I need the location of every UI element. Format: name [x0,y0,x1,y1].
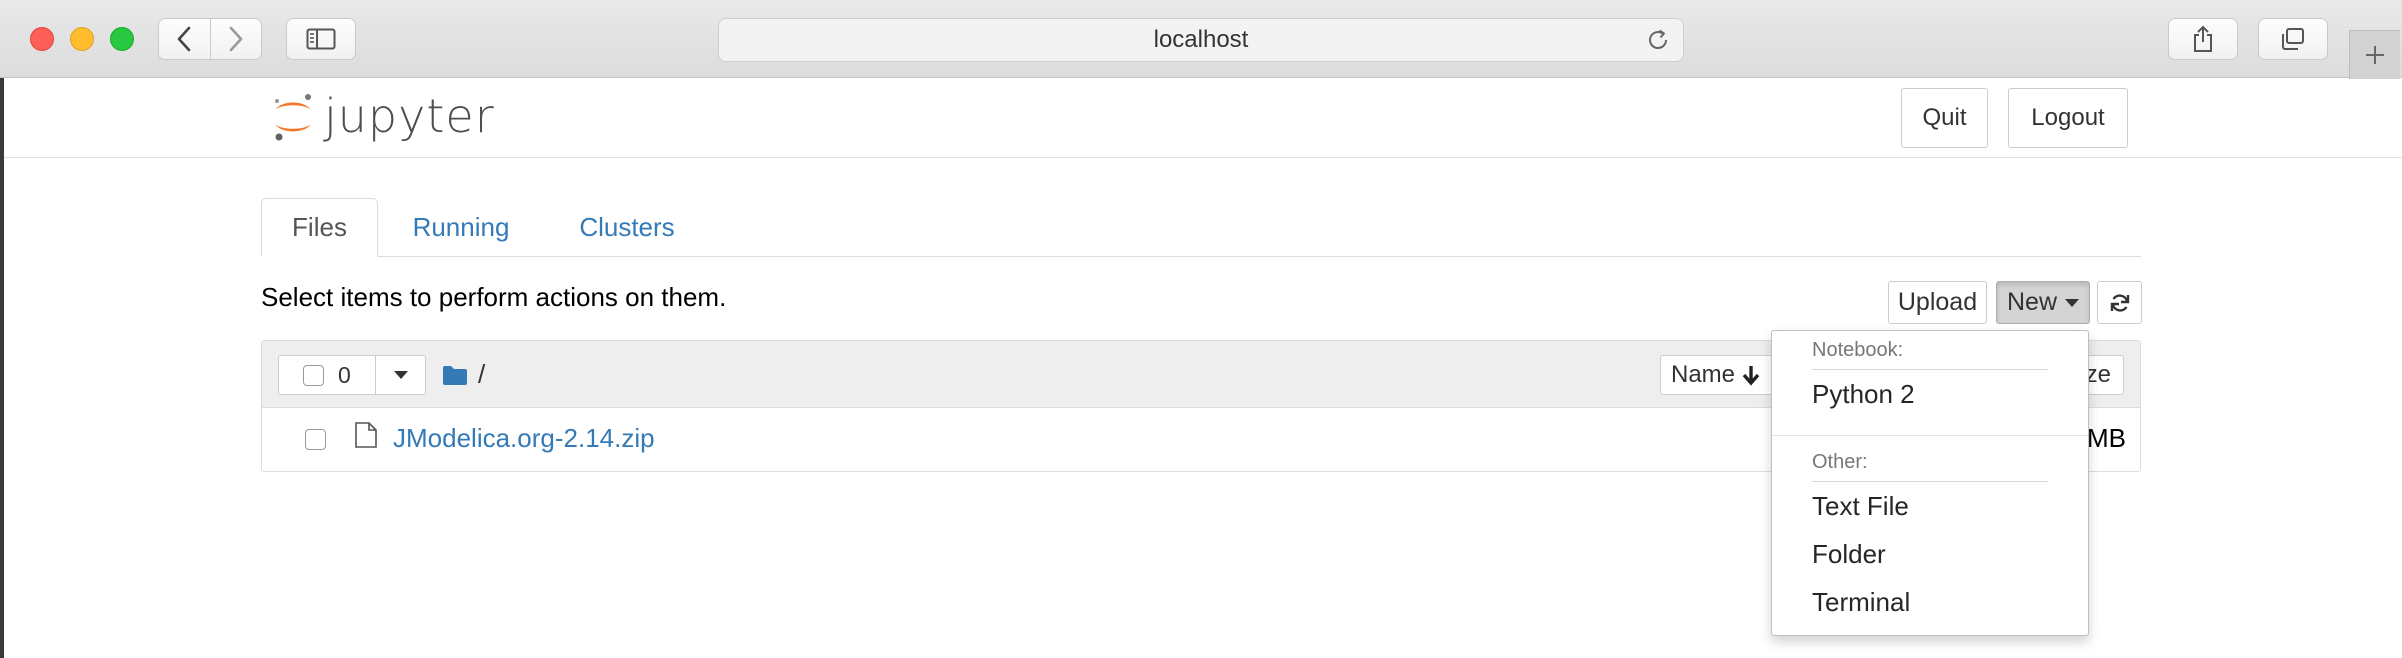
tab-clusters[interactable]: Clusters [566,198,688,257]
jupyter-logo-text: jupyter [324,89,495,143]
window-edge [0,78,4,658]
menu-item-text-file[interactable]: Text File [1812,491,1909,522]
menu-item-folder[interactable]: Folder [1812,539,1886,570]
share-icon [2194,25,2212,52]
select-all-checkbox[interactable] [303,364,324,386]
menu-separator [1812,481,2048,482]
header-divider [4,157,2402,158]
menu-separator [1812,369,2048,370]
jupyter-logo-icon [275,94,311,141]
notebook-section-header: Notebook: [1812,339,1904,361]
sort-label: Name [1671,361,1736,388]
logout-button[interactable]: Logout [2008,88,2128,148]
show-tabs-button[interactable] [2258,18,2328,60]
upload-button[interactable]: Upload [1888,281,1987,324]
menu-item-python-2[interactable]: Python 2 [1812,379,1915,410]
select-menu-button[interactable] [376,356,425,394]
breadcrumb-root[interactable]: / [478,359,485,390]
history-nav [158,18,262,60]
new-dropdown-menu: Notebook: Python 2 Other: Text File Fold… [1771,330,2089,636]
refresh-icon [2110,293,2129,312]
menu-item-terminal[interactable]: Terminal [1812,587,1910,618]
jupyter-logo[interactable]: jupyter [270,88,495,144]
select-all-group: 0 [278,355,426,395]
folder-icon [443,365,467,385]
browser-toolbar: localhost [0,0,2402,79]
address-text: localhost [1153,26,1249,53]
tab-files[interactable]: Files [261,198,378,257]
file-name-link[interactable]: JModelica.org-2.14.zip [393,423,655,454]
chevron-right-icon [229,26,243,52]
caret-down-icon [393,371,408,379]
new-tab-button[interactable] [2349,30,2400,79]
sort-by-name-button[interactable]: Name [1660,355,1786,395]
tabs-overview-icon [2282,28,2304,50]
tab-bar-border [261,256,2141,257]
file-icon [355,422,377,448]
caret-down-icon [2065,298,2079,307]
quit-button[interactable]: Quit [1901,88,1988,148]
breadcrumb[interactable]: / [442,359,485,390]
sidebar-icon [306,28,336,50]
address-bar[interactable]: localhost [718,18,1684,62]
other-section-header: Other: [1812,451,1868,473]
size-header-label: ze [2085,361,2111,388]
new-button-label: New [2006,288,2057,316]
arrow-down-icon [1742,366,1760,386]
zoom-window-button[interactable] [110,27,134,51]
new-dropdown-button[interactable]: New [1996,281,2090,324]
reload-icon[interactable] [1645,27,1671,53]
selection-instructions: Select items to perform actions on them. [261,282,727,312]
sidebar-toggle-button[interactable] [286,18,356,60]
tab-running[interactable]: Running [398,198,524,257]
forward-button[interactable] [211,19,262,59]
refresh-button[interactable] [2097,281,2142,324]
select-all-control[interactable]: 0 [279,356,376,394]
share-button[interactable] [2168,18,2238,60]
menu-divider [1772,435,2088,436]
close-window-button[interactable] [30,27,54,51]
selected-count: 0 [338,361,351,388]
back-button[interactable] [159,19,211,59]
chevron-left-icon [177,26,191,52]
plus-icon [2366,46,2384,64]
minimize-window-button[interactable] [70,27,94,51]
row-checkbox[interactable] [305,429,326,450]
